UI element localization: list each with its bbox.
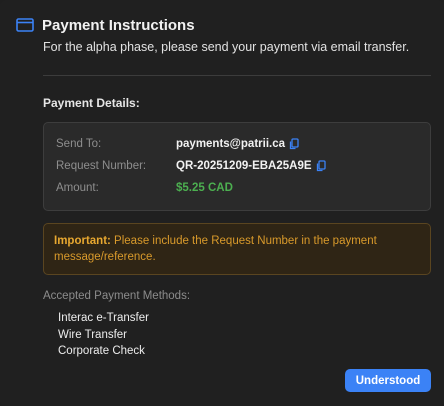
send-to-row: Send To: payments@patrii.ca (56, 136, 299, 152)
understood-button[interactable]: Understood (345, 369, 431, 392)
amount-label: Amount: (56, 182, 99, 194)
method-corporate-check: Corporate Check (58, 345, 145, 357)
dialog-header: Payment Instructions (16, 14, 428, 36)
important-prefix: Important: (54, 235, 111, 247)
request-number-value: QR-20251209-EBA25A9E (176, 160, 312, 172)
send-to-value: payments@patrii.ca (176, 138, 286, 150)
divider (43, 75, 431, 76)
payment-methods-list: Interac e-Transfer Wire Transfer Corpora… (58, 310, 149, 360)
dialog-title: Payment Instructions (42, 16, 195, 34)
method-wire: Wire Transfer (58, 328, 128, 341)
credit-card-icon (16, 18, 34, 32)
method-interac: Interac e-Transfer (58, 312, 149, 324)
amount-value: $5.25 CAD (176, 182, 233, 194)
dialog-subtitle: For the alpha phase, please send your pa… (43, 40, 410, 54)
send-to-label: Send To: (56, 138, 102, 150)
accepted-methods-heading: Accepted Payment Methods: (43, 290, 191, 302)
request-number-row: Request Number: QR-20251209-EBA25A9E (56, 158, 326, 174)
amount-row: Amount: $5.25 CAD (56, 180, 233, 196)
copy-email-icon[interactable] (289, 138, 299, 150)
request-number-label: Request Number: (56, 160, 147, 172)
payment-instructions-dialog: Payment Instructions For the alpha phase… (0, 0, 444, 406)
payment-details-heading: Payment Details: (43, 96, 140, 110)
payment-details-box: Send To: payments@patrii.ca Request Numb… (43, 122, 431, 211)
important-notice: Important: Please include the Request Nu… (43, 223, 431, 275)
copy-request-number-icon[interactable] (316, 160, 326, 172)
title-row: Payment Instructions (16, 14, 428, 36)
